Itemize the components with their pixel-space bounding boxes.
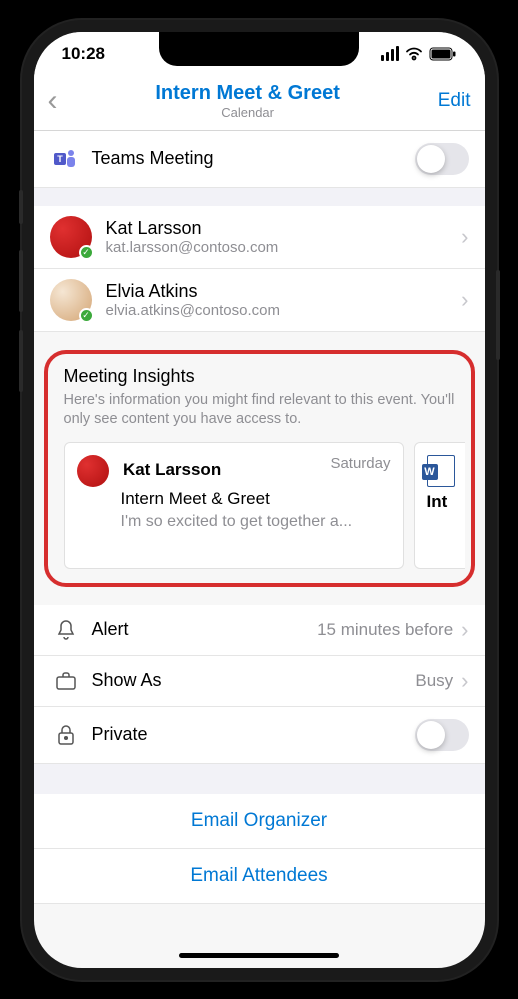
attendee-row-1[interactable]: ✓ Elvia Atkins elvia.atkins@contoso.com …: [34, 269, 485, 332]
attendee-row-0[interactable]: ✓ Kat Larsson kat.larsson@contoso.com ›: [34, 206, 485, 269]
insight-card-document[interactable]: Int Elv Up: [414, 442, 465, 569]
cellular-icon: [381, 46, 399, 61]
home-indicator[interactable]: [179, 953, 339, 958]
insight-card-email[interactable]: Kat Larsson Saturday Intern Meet & Greet…: [64, 442, 404, 569]
attendee-email: kat.larsson@contoso.com: [106, 239, 462, 256]
chevron-right-icon: ›: [461, 668, 468, 694]
teams-icon: T: [50, 148, 82, 170]
attendee-email: elvia.atkins@contoso.com: [106, 302, 462, 319]
private-row: Private: [34, 707, 485, 764]
chevron-right-icon: ›: [461, 224, 468, 250]
presence-available-icon: ✓: [79, 308, 94, 323]
alert-value: 15 minutes before: [317, 620, 453, 640]
private-toggle[interactable]: [415, 719, 469, 751]
alert-label: Alert: [92, 619, 318, 640]
avatar: ✓: [50, 279, 92, 321]
word-document-icon: [427, 455, 455, 487]
show-as-label: Show As: [92, 670, 416, 691]
show-as-value: Busy: [415, 671, 453, 691]
insight-doc-title: Int: [427, 492, 448, 511]
battery-icon: [429, 47, 457, 61]
bell-icon: [50, 619, 82, 641]
email-attendees-button[interactable]: Email Attendees: [34, 849, 485, 904]
avatar: ✓: [50, 216, 92, 258]
chevron-right-icon: ›: [461, 617, 468, 643]
nav-header: ‹ Intern Meet & Greet Calendar Edit: [34, 76, 485, 131]
attendee-name: Kat Larsson: [106, 218, 462, 239]
attendee-name: Elvia Atkins: [106, 281, 462, 302]
insights-description: Here's information you might find releva…: [64, 391, 455, 430]
insight-time: Saturday: [330, 455, 390, 472]
briefcase-icon: [50, 671, 82, 691]
avatar: [77, 455, 109, 487]
alert-row[interactable]: Alert 15 minutes before ›: [34, 605, 485, 656]
wifi-icon: [405, 47, 423, 61]
teams-meeting-row: T Teams Meeting: [34, 131, 485, 188]
lock-icon: [50, 724, 82, 746]
insights-title: Meeting Insights: [64, 366, 455, 387]
back-button[interactable]: ‹: [48, 84, 58, 118]
page-subtitle: Calendar: [58, 105, 438, 120]
status-indicators: [381, 46, 457, 61]
status-time: 10:28: [62, 44, 105, 64]
presence-available-icon: ✓: [79, 245, 94, 260]
insight-preview: I'm so excited to get together a...: [121, 513, 391, 531]
teams-toggle[interactable]: [415, 143, 469, 175]
show-as-row[interactable]: Show As Busy ›: [34, 656, 485, 707]
email-organizer-button[interactable]: Email Organizer: [34, 794, 485, 849]
page-title: Intern Meet & Greet: [58, 82, 438, 105]
meeting-insights-highlight: Meeting Insights Here's information you …: [44, 350, 475, 587]
private-label: Private: [92, 724, 415, 745]
chevron-right-icon: ›: [461, 287, 468, 313]
teams-meeting-label: Teams Meeting: [92, 148, 415, 169]
insight-subject: Intern Meet & Greet: [121, 489, 391, 509]
insight-from: Kat Larsson: [123, 460, 221, 479]
edit-button[interactable]: Edit: [438, 90, 471, 112]
svg-text:T: T: [57, 154, 63, 164]
